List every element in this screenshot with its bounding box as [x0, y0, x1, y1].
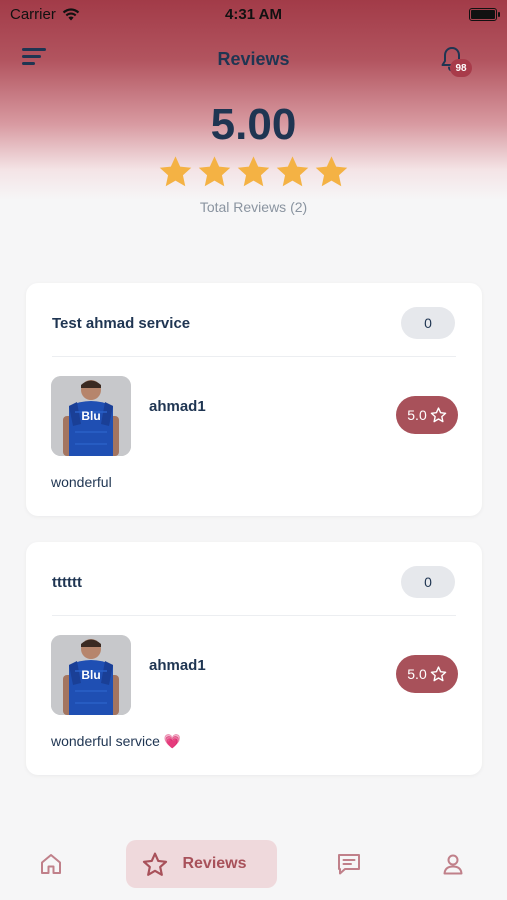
nav-home[interactable]	[30, 840, 72, 888]
battery-icon	[469, 7, 500, 21]
review-comment: wonderful service 💗	[51, 733, 182, 749]
wifi-icon	[62, 7, 80, 20]
notification-badge: 98	[450, 59, 472, 77]
carrier-label: Carrier	[10, 5, 56, 23]
rating-stars	[0, 155, 507, 189]
total-reviews-label: Total Reviews (2)	[199, 199, 308, 215]
reviewer-name: ahmad1	[149, 657, 206, 674]
nav-profile[interactable]	[432, 840, 474, 888]
reviewer-photo: Blu	[51, 376, 131, 456]
reviewer-photo: Blu	[51, 635, 131, 715]
chat-icon	[338, 854, 360, 875]
score-badge: 5.0	[396, 655, 458, 693]
notifications-button[interactable]: 98	[438, 44, 474, 78]
page-title: Reviews	[217, 49, 290, 69]
user-icon	[443, 854, 463, 875]
score-badge: 5.0	[396, 396, 458, 434]
star-outline-icon	[430, 666, 447, 682]
svg-text:Blu: Blu	[81, 409, 100, 423]
nav-messages[interactable]	[328, 840, 370, 888]
review-count-badge[interactable]: 0	[401, 307, 455, 339]
nav-reviews-label: Reviews	[182, 855, 247, 872]
home-icon	[41, 854, 61, 874]
app-header: Reviews 98	[0, 40, 507, 80]
star-outline-icon	[430, 407, 447, 423]
star-icon	[237, 156, 270, 187]
score-value: 5.0	[407, 407, 427, 423]
reviewer-name: ahmad1	[149, 398, 206, 415]
star-icon	[276, 156, 309, 187]
status-bar: Carrier 4:31 AM	[0, 0, 507, 28]
svg-text:Blu: Blu	[81, 668, 100, 682]
card-divider	[52, 356, 456, 357]
bottom-nav: Reviews	[0, 826, 507, 900]
card-divider	[52, 615, 456, 616]
status-left: Carrier	[10, 6, 80, 23]
star-icon	[143, 852, 168, 876]
star-icon	[159, 156, 192, 187]
avatar: Blu	[51, 635, 131, 715]
nav-reviews[interactable]: Reviews	[126, 840, 277, 888]
review-card[interactable]: tttttt 0 Blu ahmad1 5.0 wonderful servic…	[26, 542, 482, 775]
review-card[interactable]: Test ahmad service 0 Blu ahmad1 5.0 wond…	[26, 283, 482, 516]
star-icon	[198, 156, 231, 187]
service-title: tttttt	[52, 574, 82, 591]
review-comment: wonderful	[51, 474, 112, 490]
average-rating: 5.00	[210, 100, 297, 149]
avatar: Blu	[51, 376, 131, 456]
score-value: 5.0	[407, 666, 427, 682]
service-title: Test ahmad service	[52, 315, 191, 332]
review-count-badge[interactable]: 0	[401, 566, 455, 598]
star-icon	[315, 156, 348, 187]
